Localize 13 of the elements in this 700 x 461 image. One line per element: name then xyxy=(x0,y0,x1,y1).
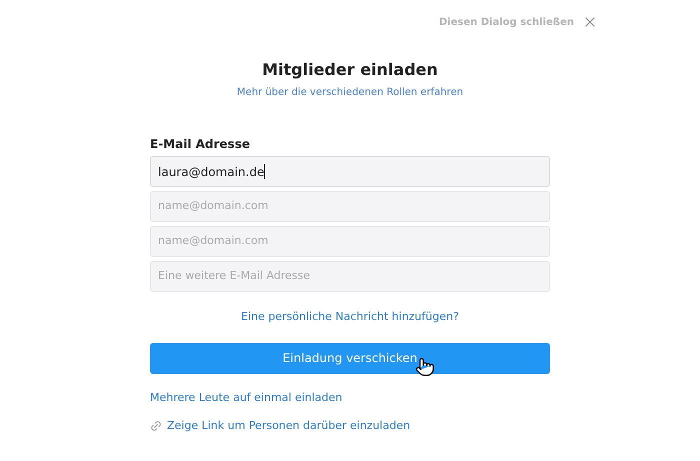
email-label: E-Mail Adresse xyxy=(150,136,251,153)
close-label: Diesen Dialog schließen xyxy=(439,16,574,30)
email-field[interactable]: name@domain.com xyxy=(150,226,550,257)
submit-button[interactable]: Einladung verschicken xyxy=(150,342,550,374)
dialog-title: Mitglieder einladen xyxy=(262,59,438,81)
hand-cursor-icon xyxy=(415,356,435,376)
roles-link[interactable]: Mehr über die verschiedenen Rollen erfahren xyxy=(236,85,464,100)
email-field[interactable]: Eine weitere E-Mail Adresse xyxy=(150,261,550,292)
bulk-invite-link[interactable]: Mehrere Leute auf einmal einladen xyxy=(150,390,342,406)
email-field[interactable]: name@domain.com xyxy=(150,191,550,222)
email-field[interactable]: laura@domain.de xyxy=(150,156,550,187)
share-link[interactable]: Zeige Link um Personen darüber einzuladen xyxy=(167,418,410,434)
message-link[interactable]: Eine persönliche Nachricht hinzufügen? xyxy=(241,309,459,326)
